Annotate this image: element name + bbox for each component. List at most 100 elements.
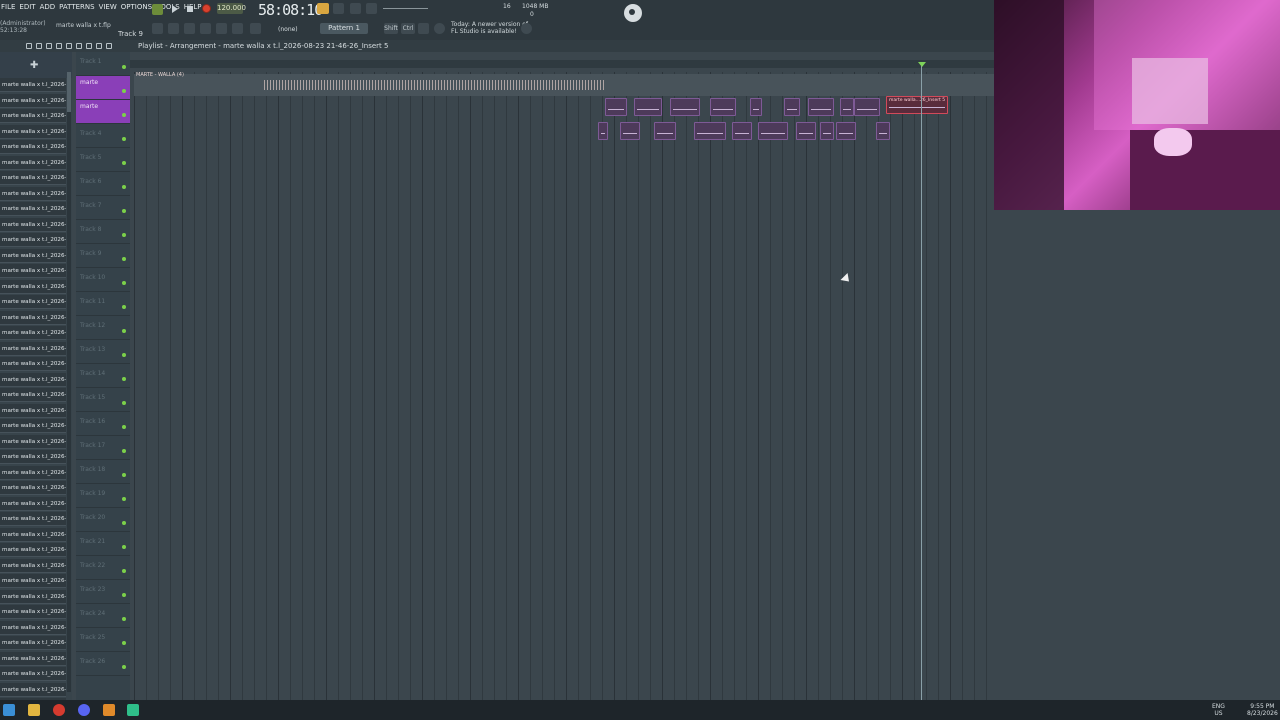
- pattern-clip[interactable]: [598, 122, 608, 140]
- browser-item[interactable]: marte walla x t.l_2026-0...: [0, 93, 66, 108]
- track-header[interactable]: Track 5: [76, 148, 130, 172]
- browser-item[interactable]: marte walla x t.l_2026-0...: [0, 372, 66, 387]
- track-header[interactable]: Track 20: [76, 508, 130, 532]
- browser-item[interactable]: marte walla x t.l_2026-8: [0, 295, 66, 309]
- menu-item-patterns[interactable]: PATTERNS: [58, 3, 95, 15]
- track-active-led[interactable]: [122, 665, 126, 669]
- pattern-clip[interactable]: [620, 122, 640, 140]
- pattern-clip[interactable]: [840, 98, 854, 116]
- update-notice[interactable]: Today: A newer version of FL Studio is a…: [451, 21, 528, 35]
- track-header[interactable]: Track 13: [76, 340, 130, 364]
- track-active-led[interactable]: [122, 449, 126, 453]
- channel-rack-icon[interactable]: [200, 23, 211, 34]
- track-active-led[interactable]: [122, 281, 126, 285]
- browser-item[interactable]: marte walla x t.l_2026-8: [0, 481, 66, 495]
- track-active-led[interactable]: [122, 569, 126, 573]
- browser-item[interactable]: marte walla x t.l_2026-8: [0, 434, 66, 449]
- pattern-clip[interactable]: [820, 122, 834, 140]
- track-active-led[interactable]: [122, 593, 126, 597]
- typing-keyboard-icon[interactable]: [418, 23, 429, 34]
- browser-item[interactable]: marte walla x t.l_2026-0...: [0, 171, 66, 185]
- track-header[interactable]: Track 16: [76, 412, 130, 436]
- browser-item[interactable]: marte walla x t.l_2026-8: [0, 202, 66, 216]
- pattern-clip[interactable]: [750, 98, 762, 116]
- browser-item[interactable]: marte walla x t.l_2026-0...: [0, 543, 66, 557]
- browser-item[interactable]: marte walla x t.l_2026-0...: [0, 109, 66, 123]
- master-volume-slider[interactable]: [383, 8, 428, 9]
- delete-tool-icon[interactable]: [46, 43, 52, 49]
- menu-item-file[interactable]: FILE: [0, 3, 16, 15]
- shift-button[interactable]: Shift: [384, 23, 398, 34]
- browser-item[interactable]: marte walla x t.l_2026-8: [0, 574, 66, 588]
- red-audio-clip[interactable]: marte walla...26_Insert 5: [886, 96, 948, 114]
- snap-selector[interactable]: (none): [278, 26, 298, 33]
- play-icon[interactable]: [172, 5, 178, 13]
- pattern-clip[interactable]: [758, 122, 788, 140]
- metronome-icon[interactable]: [317, 3, 329, 14]
- track-header[interactable]: Track 19: [76, 484, 130, 508]
- mixer-icon[interactable]: [216, 23, 227, 34]
- track-active-led[interactable]: [122, 401, 126, 405]
- track-active-led[interactable]: [122, 65, 126, 69]
- audio-clip-walla[interactable]: [134, 74, 994, 96]
- ctrl-button[interactable]: Ctrl: [401, 23, 415, 34]
- language-indicator[interactable]: ENG US: [1212, 703, 1225, 717]
- browser-item[interactable]: marte walla x t.l_2026-0...: [0, 682, 66, 697]
- pattern-clip[interactable]: [605, 98, 627, 116]
- browser-item[interactable]: marte walla x t.l_2026-0...: [0, 419, 66, 433]
- loop-record-button[interactable]: [366, 3, 377, 14]
- browser-item[interactable]: marte walla x t.l_2026-0...: [0, 636, 66, 650]
- track-header[interactable]: Track 24: [76, 604, 130, 628]
- track-active-led[interactable]: [122, 257, 126, 261]
- track-active-led[interactable]: [122, 209, 126, 213]
- pattern-clip[interactable]: [670, 98, 700, 116]
- track-active-led[interactable]: [122, 185, 126, 189]
- pattern-clip[interactable]: [710, 98, 736, 116]
- browser-item[interactable]: marte walla x t.l_2026-0...: [0, 326, 66, 340]
- browser-item[interactable]: marte walla x t.l_2026-0...: [0, 403, 66, 418]
- track-header[interactable]: Track 1: [76, 52, 130, 76]
- track-header[interactable]: Track 4: [76, 124, 130, 148]
- browser-item[interactable]: marte walla x t.l_2026-0...: [0, 651, 66, 666]
- track-header[interactable]: Track 18: [76, 460, 130, 484]
- track-active-led[interactable]: [122, 137, 126, 141]
- browser-item[interactable]: marte walla x t.l_2026-8: [0, 620, 66, 635]
- paint-tool-icon[interactable]: [36, 43, 42, 49]
- discord-icon[interactable]: [78, 704, 90, 716]
- menu-item-edit[interactable]: EDIT: [18, 3, 36, 15]
- stop-icon[interactable]: [187, 6, 193, 12]
- track-header[interactable]: Track 23: [76, 580, 130, 604]
- menu-item-view[interactable]: VIEW: [98, 3, 118, 15]
- clock[interactable]: 9:55 PM 8/23/2026: [1247, 703, 1278, 717]
- browser-item[interactable]: marte walla x t.l_2026-0...: [0, 589, 66, 604]
- mute-tool-icon[interactable]: [56, 43, 62, 49]
- track-header[interactable]: Track 26: [76, 652, 130, 676]
- track-active-led[interactable]: [122, 473, 126, 477]
- zoom-tool-icon[interactable]: [96, 43, 102, 49]
- browser-item[interactable]: marte walla x t.l_2026-0...: [0, 512, 66, 526]
- browser-item[interactable]: marte walla x t.l_2026-8: [0, 155, 66, 170]
- browser-icon[interactable]: [184, 23, 195, 34]
- pattern-song-toggle[interactable]: [152, 4, 163, 15]
- browser-item[interactable]: marte walla x t.l_2026-0...: [0, 186, 66, 201]
- wait-input-button[interactable]: [333, 3, 344, 14]
- track-active-led[interactable]: [122, 497, 126, 501]
- browser-item[interactable]: marte walla x t.l_2026-8: [0, 667, 66, 681]
- playhead-marker[interactable]: [918, 62, 926, 700]
- browser-item[interactable]: marte walla x t.l_2026-0...: [0, 217, 66, 232]
- pattern-clip[interactable]: [854, 98, 880, 116]
- piano-roll-icon[interactable]: [168, 23, 179, 34]
- browser-item[interactable]: marte walla x t.l_2026-0...: [0, 450, 66, 464]
- track-active-led[interactable]: [122, 113, 126, 117]
- track-header[interactable]: Track 12: [76, 316, 130, 340]
- browser-item[interactable]: marte walla x t.l_2026-0...: [0, 496, 66, 511]
- browser-item[interactable]: marte walla x t.l_2026-0...: [0, 233, 66, 247]
- pattern-clip[interactable]: [808, 98, 834, 116]
- track-header[interactable]: Track 8: [76, 220, 130, 244]
- playlist-grid-extension[interactable]: [994, 210, 1280, 700]
- steam-icon[interactable]: [624, 4, 642, 22]
- track-header[interactable]: Track 14: [76, 364, 130, 388]
- news-icon[interactable]: [434, 23, 445, 34]
- track-header[interactable]: marte: [76, 76, 130, 100]
- record-icon[interactable]: [202, 4, 211, 13]
